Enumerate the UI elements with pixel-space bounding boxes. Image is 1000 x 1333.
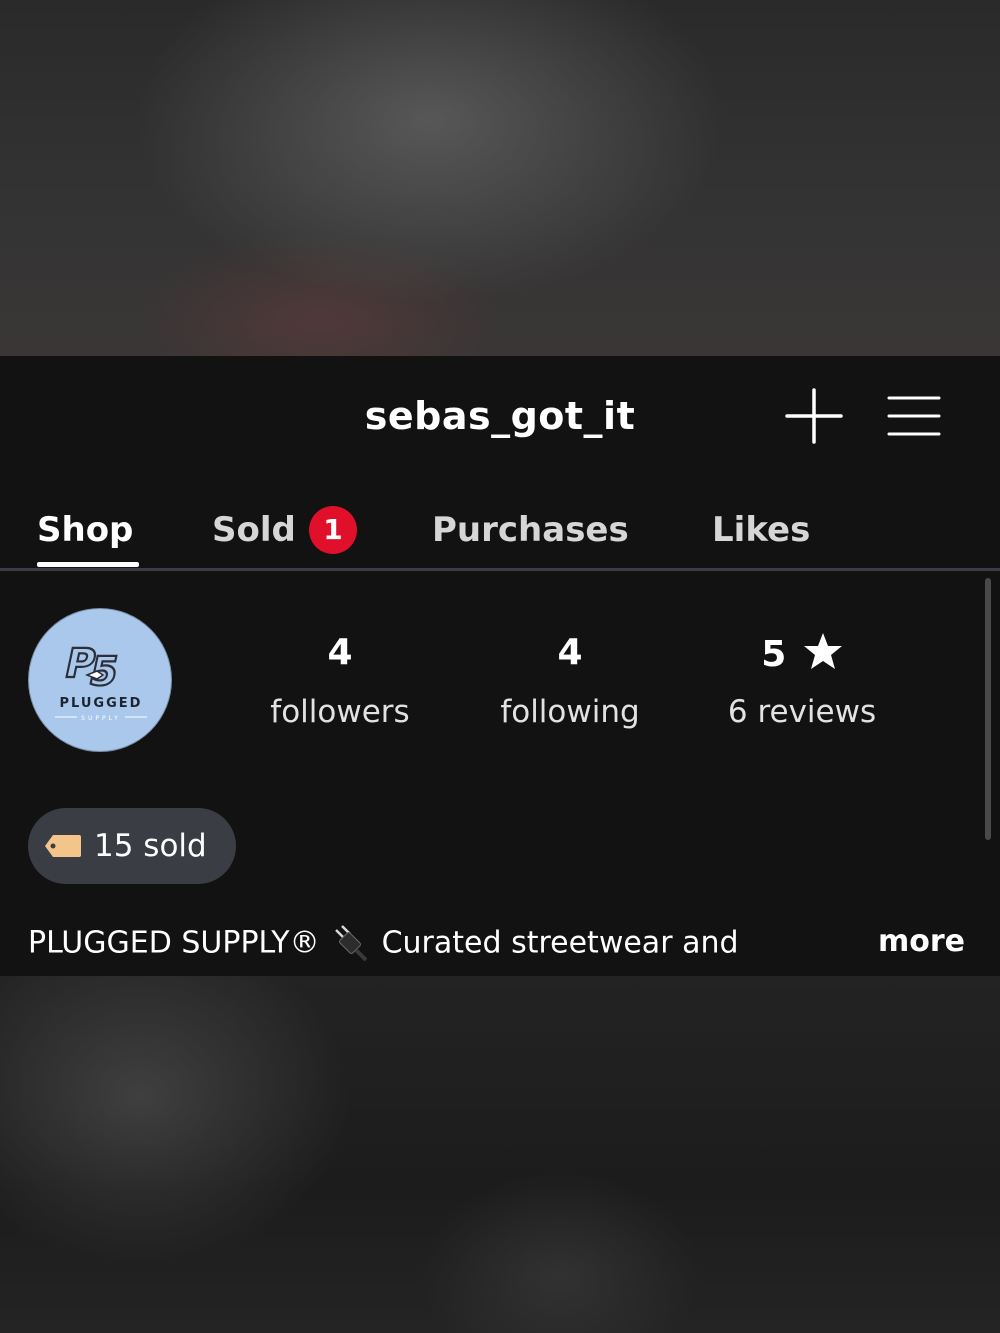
rating-value-row: 5 — [692, 632, 912, 682]
sold-count-pill[interactable]: 15 sold — [28, 808, 236, 884]
plug-icon — [334, 925, 368, 962]
reviews-stat[interactable]: 5 6 reviews — [692, 632, 912, 730]
scrollbar[interactable] — [985, 578, 991, 840]
tab-shop[interactable]: Shop — [37, 510, 133, 550]
following-count: 4 — [557, 632, 583, 673]
followers-count: 4 — [327, 632, 353, 673]
profile-bio: PLUGGED SUPPLY® Curated streetwear and — [28, 924, 868, 964]
bio-brand: PLUGGED SUPPLY® — [28, 925, 320, 961]
followers-stat[interactable]: 4 followers — [230, 632, 450, 730]
sold-count-badge: 1 — [309, 506, 357, 554]
profile-panel: sebas_got_it Shop Sold 1 Purchases Likes… — [0, 356, 1000, 976]
plugged-supply-logo: P 5 PLUGGED SUPPLY — [55, 638, 147, 722]
active-tab-indicator — [37, 562, 139, 567]
tag-icon — [45, 835, 81, 857]
avatar[interactable]: P 5 PLUGGED SUPPLY — [28, 608, 172, 752]
profile-username-title: sebas_got_it — [364, 394, 636, 438]
tab-likes[interactable]: Likes — [712, 510, 810, 550]
svg-text:PLUGGED: PLUGGED — [60, 696, 143, 711]
following-label: following — [500, 694, 640, 730]
blurred-background-top — [0, 0, 1000, 356]
bio-more-link[interactable]: more — [878, 924, 965, 959]
followers-label: followers — [270, 694, 410, 730]
blurred-background-bottom — [0, 976, 1000, 1333]
menu-icon[interactable] — [884, 386, 944, 446]
reviews-label: 6 reviews — [727, 694, 877, 730]
rating-value: 5 — [761, 634, 787, 675]
star-icon — [803, 633, 842, 669]
sold-count-text: 15 sold — [94, 828, 207, 864]
tab-sold[interactable]: Sold — [212, 510, 296, 550]
profile-tabs: Shop Sold 1 Purchases Likes — [0, 496, 1000, 571]
svg-text:SUPPLY: SUPPLY — [81, 715, 121, 722]
bio-fade-overlay — [780, 918, 870, 968]
plus-icon[interactable] — [784, 386, 844, 446]
bio-text: Curated streetwear and — [381, 925, 739, 961]
following-stat[interactable]: 4 following — [460, 632, 680, 730]
tab-purchases[interactable]: Purchases — [432, 510, 629, 550]
